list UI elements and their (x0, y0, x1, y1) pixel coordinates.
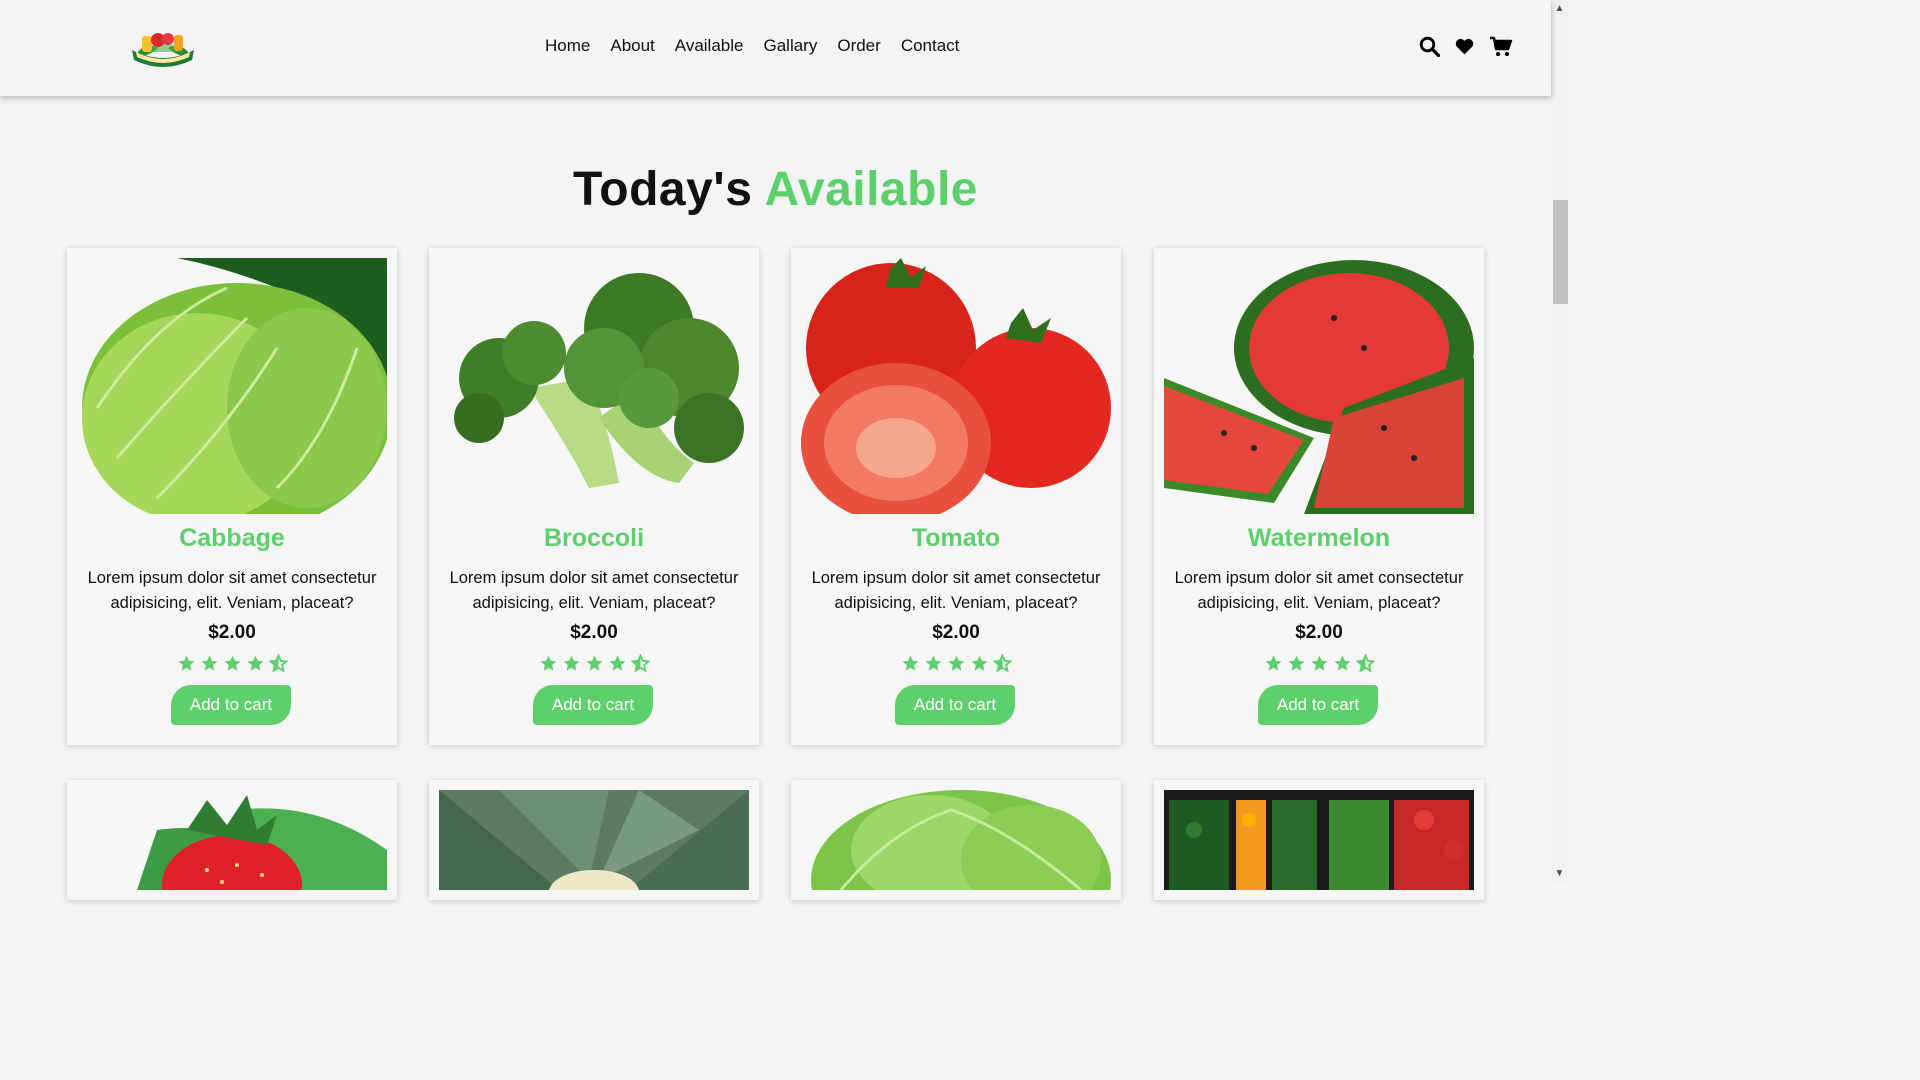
broccoli-image (439, 258, 749, 514)
star-icon (608, 654, 627, 673)
lettuce-image (801, 790, 1111, 890)
nav-about[interactable]: About (610, 36, 654, 56)
product-card (1154, 780, 1484, 900)
product-price: $2.00 (208, 622, 256, 643)
half-star-icon (267, 653, 289, 673)
product-card (67, 780, 397, 900)
nav-gallery[interactable]: Gallary (763, 36, 817, 56)
cabbage-image (77, 258, 387, 514)
section-title-accent: Available (764, 163, 978, 216)
product-card: Cabbage Lorem ipsum dolor sit amet conse… (67, 248, 397, 745)
product-description: Lorem ipsum dolor sit amet consectetur a… (449, 569, 739, 612)
vertical-scrollbar[interactable]: ▲ ▼ (1551, 0, 1568, 882)
product-rating (67, 653, 397, 673)
star-icon (1287, 654, 1306, 673)
product-card: Watermelon Lorem ipsum dolor sit amet co… (1154, 248, 1484, 745)
half-star-icon (629, 653, 651, 673)
search-icon[interactable] (1419, 36, 1441, 58)
strawberry-image (77, 790, 387, 890)
star-icon (539, 654, 558, 673)
product-card: Broccoli Lorem ipsum dolor sit amet cons… (429, 248, 759, 745)
star-icon (562, 654, 581, 673)
product-description: Lorem ipsum dolor sit amet consectetur a… (811, 569, 1101, 612)
peppers-image (1164, 790, 1474, 890)
scroll-down-arrow-icon[interactable]: ▼ (1551, 865, 1568, 882)
product-name: Tomato (911, 524, 1001, 552)
main-nav: Home About Available Gallary Order Conta… (545, 36, 959, 56)
product-card (791, 780, 1121, 900)
tomato-image (801, 258, 1111, 514)
star-icon (1310, 654, 1329, 673)
nav-contact[interactable]: Contact (901, 36, 960, 56)
add-to-cart-button[interactable]: Add to cart (1258, 685, 1378, 725)
section-title: Today's Available (0, 162, 1551, 217)
site-header: Home About Available Gallary Order Conta… (0, 0, 1551, 96)
product-name: Cabbage (179, 524, 285, 552)
star-icon (1333, 654, 1352, 673)
star-icon (246, 654, 265, 673)
star-icon (200, 654, 219, 673)
star-icon (585, 654, 604, 673)
brand-logo[interactable] (128, 22, 198, 70)
add-to-cart-button[interactable]: Add to cart (171, 685, 291, 725)
product-card: Tomato Lorem ipsum dolor sit amet consec… (791, 248, 1121, 745)
star-icon (177, 654, 196, 673)
add-to-cart-button[interactable]: Add to cart (895, 685, 1015, 725)
star-icon (970, 654, 989, 673)
product-rating (1154, 653, 1484, 673)
nav-home[interactable]: Home (545, 36, 590, 56)
header-actions (1419, 36, 1513, 58)
star-icon (1264, 654, 1283, 673)
section-title-main: Today's (573, 163, 753, 216)
product-rating (791, 653, 1121, 673)
star-icon (223, 654, 242, 673)
half-star-icon (991, 653, 1013, 673)
scrollbar-thumb[interactable] (1553, 200, 1568, 304)
product-rating (429, 653, 759, 673)
half-star-icon (1354, 653, 1376, 673)
product-description: Lorem ipsum dolor sit amet consectetur a… (87, 569, 377, 612)
watermelon-image (1164, 258, 1474, 514)
cart-icon[interactable] (1489, 36, 1513, 57)
nav-order[interactable]: Order (837, 36, 880, 56)
nav-available[interactable]: Available (675, 36, 744, 56)
star-icon (901, 654, 920, 673)
star-icon (924, 654, 943, 673)
product-name: Watermelon (1247, 524, 1391, 552)
heart-icon[interactable] (1454, 36, 1475, 57)
scroll-up-arrow-icon[interactable]: ▲ (1551, 0, 1568, 17)
cauliflower-image (439, 790, 749, 890)
add-to-cart-button[interactable]: Add to cart (533, 685, 653, 725)
product-name: Broccoli (543, 524, 645, 552)
product-card (429, 780, 759, 900)
product-price: $2.00 (1295, 622, 1343, 643)
product-price: $2.00 (570, 622, 618, 643)
star-icon (947, 654, 966, 673)
product-price: $2.00 (932, 622, 980, 643)
product-description: Lorem ipsum dolor sit amet consectetur a… (1174, 569, 1464, 612)
